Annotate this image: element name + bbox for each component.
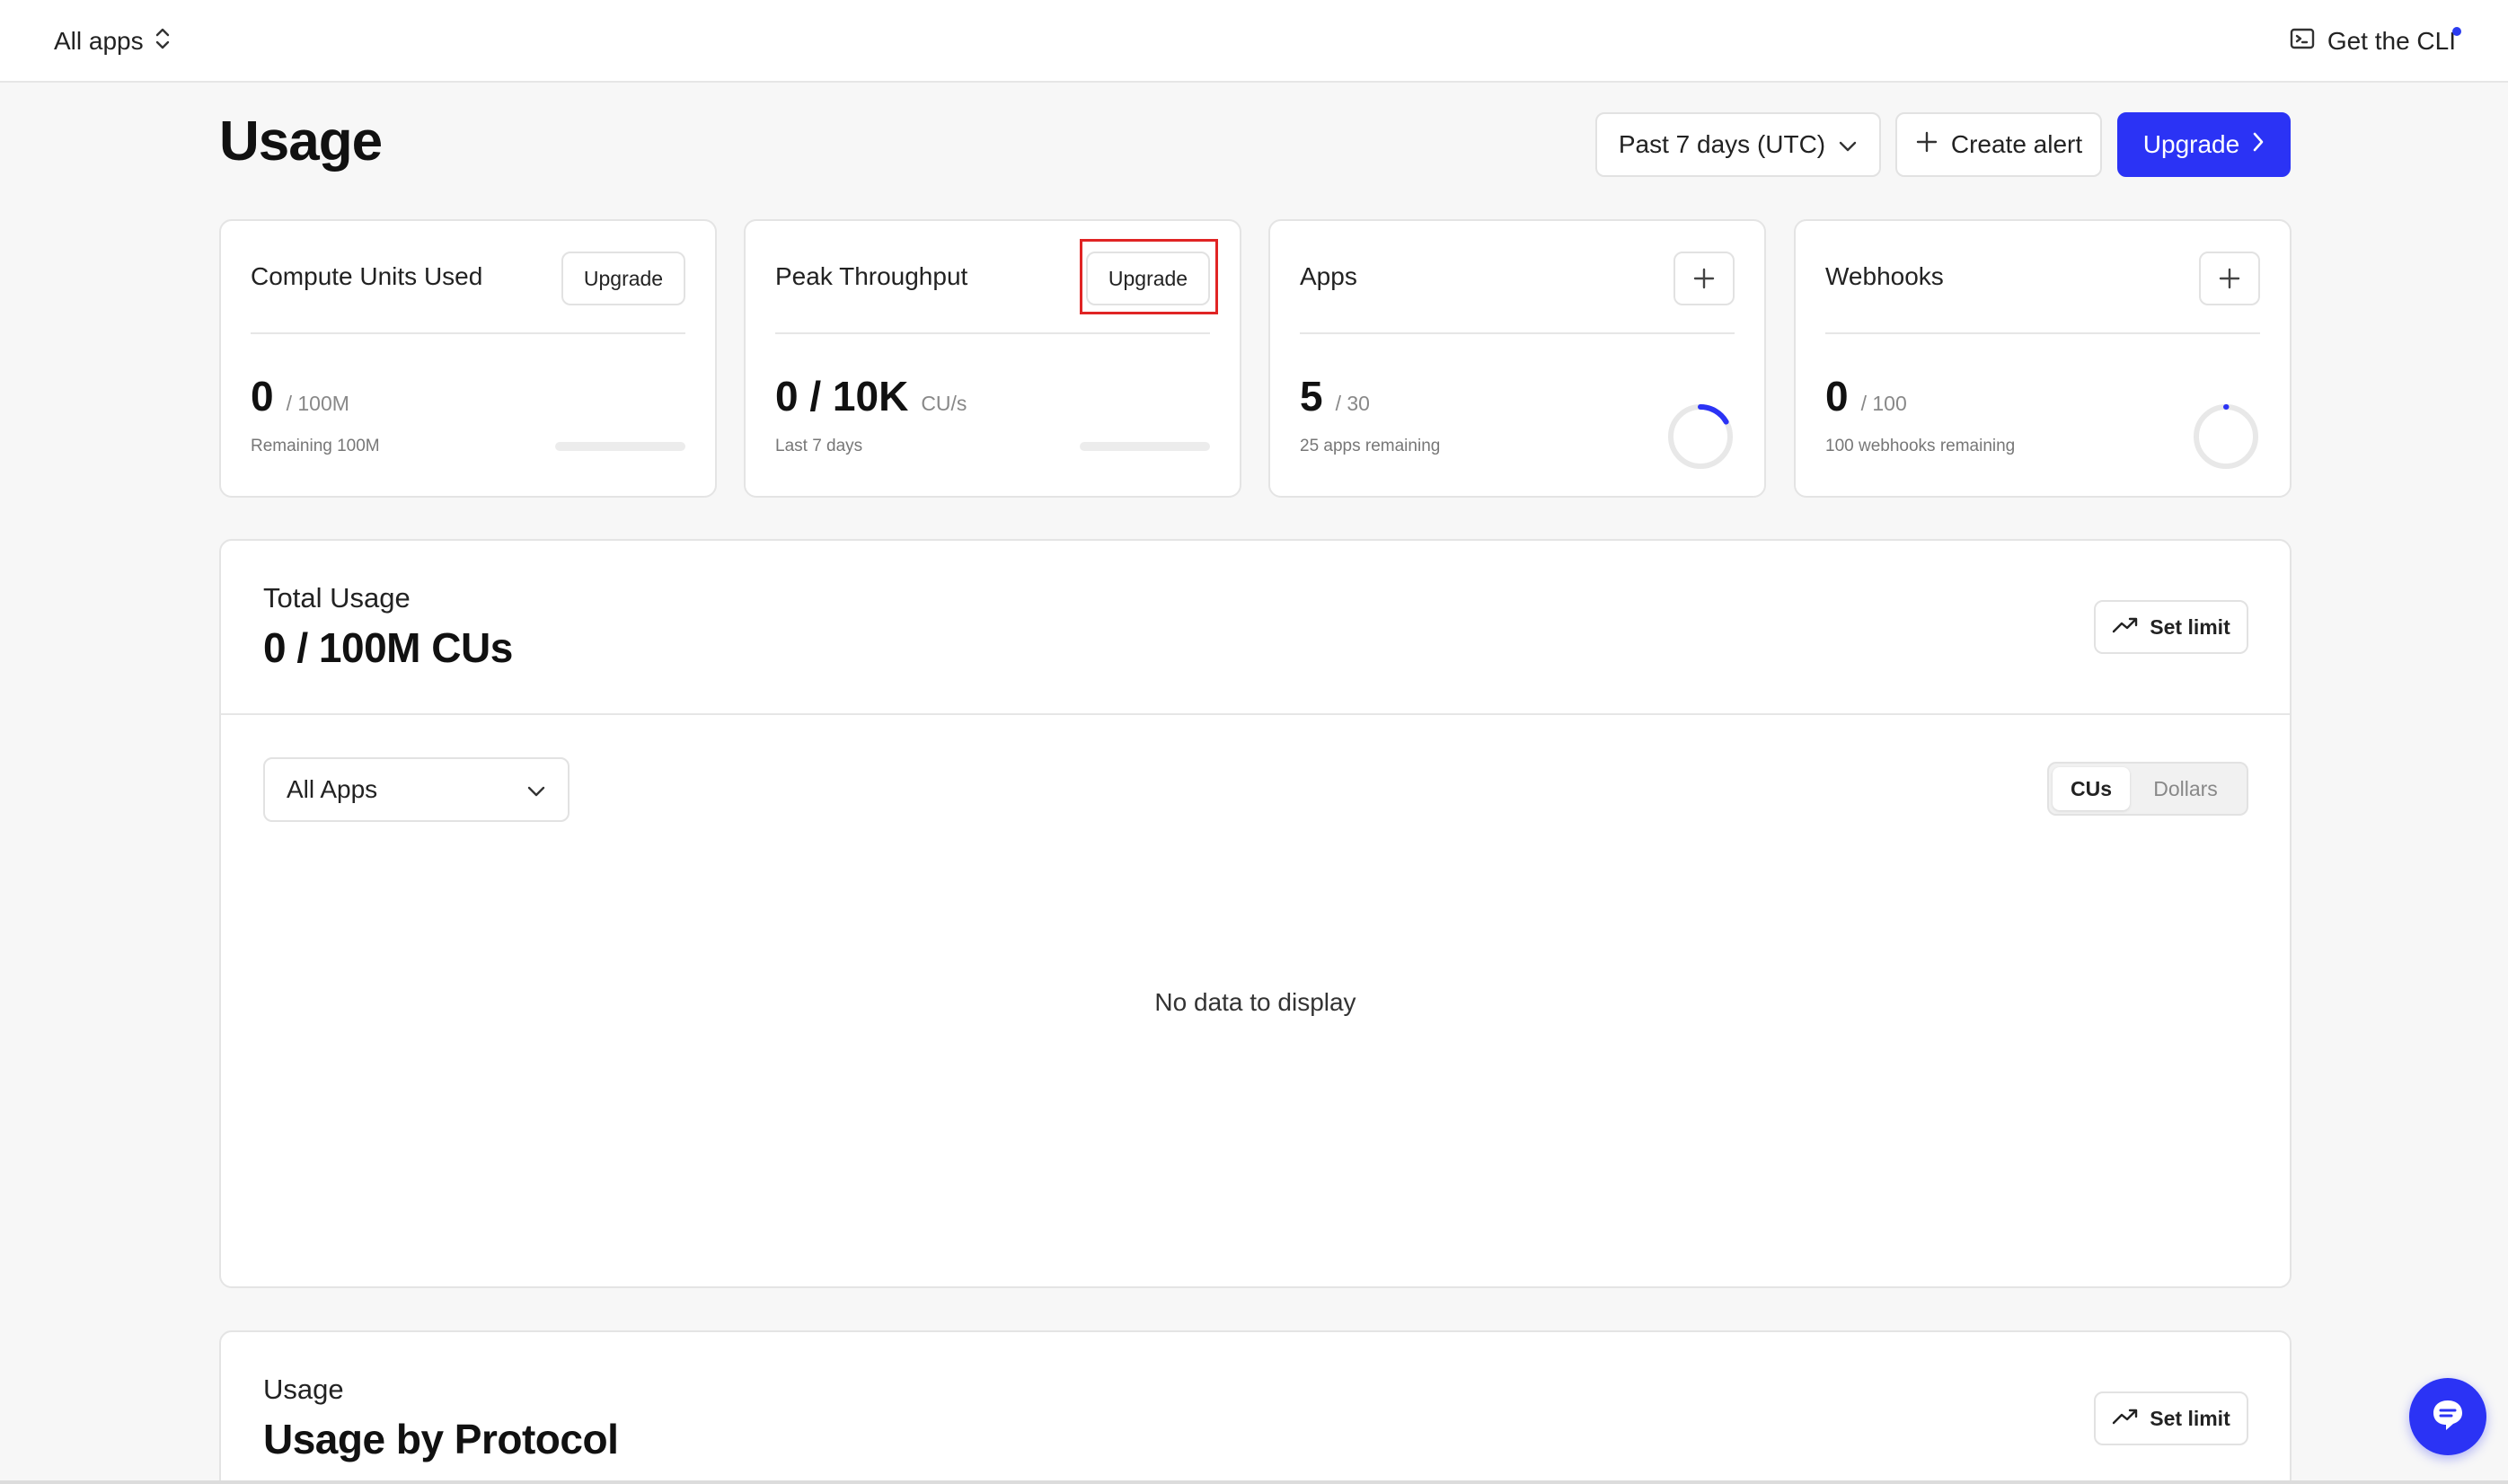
card-divider xyxy=(1825,332,2260,334)
card-subtitle: 100 webhooks remaining xyxy=(1825,437,2016,455)
card-title: Peak Throughput xyxy=(775,262,968,290)
card-divider xyxy=(1300,332,1735,334)
plus-icon xyxy=(2218,259,2241,299)
chat-support-button[interactable] xyxy=(2409,1378,2486,1455)
compute-units-card: Compute Units Used Upgrade 0 / 100M Rema… xyxy=(219,219,717,498)
cli-label: Get the CLI xyxy=(2327,27,2456,55)
progress-ring xyxy=(1668,404,1733,469)
card-value: 5 / 30 xyxy=(1300,372,1370,420)
set-limit-label: Set limit xyxy=(2150,614,2230,639)
card-subtitle: Last 7 days xyxy=(775,437,863,455)
chevron-up-down-icon xyxy=(155,25,171,58)
apps-card: Apps 5 / 30 25 apps remaining xyxy=(1268,219,1766,498)
card-divider xyxy=(775,332,1210,334)
chevron-down-icon xyxy=(526,775,546,804)
card-title: Compute Units Used xyxy=(251,262,483,290)
card-value-unit: CU/s xyxy=(921,392,967,415)
total-usage-label: Total Usage xyxy=(263,582,411,614)
plus-icon xyxy=(1915,130,1938,160)
panel-divider xyxy=(221,713,2290,715)
add-webhook-button[interactable] xyxy=(2199,252,2260,305)
time-range-select[interactable]: Past 7 days (UTC) xyxy=(1595,112,1881,177)
card-value-number: 0 xyxy=(1825,373,1849,420)
app-switcher[interactable]: All apps xyxy=(54,20,171,63)
upgrade-button[interactable]: Upgrade xyxy=(2117,112,2291,177)
peak-throughput-upgrade-button[interactable]: Upgrade xyxy=(1086,252,1210,305)
unit-toggle: CUs Dollars xyxy=(2047,762,2248,816)
app-switcher-label: All apps xyxy=(54,27,144,55)
trending-up-icon xyxy=(2112,615,2139,640)
protocol-set-limit-button[interactable]: Set limit xyxy=(2094,1391,2248,1445)
progress-bar xyxy=(555,442,685,451)
create-alert-label: Create alert xyxy=(1950,130,2083,158)
unit-option-dollars[interactable]: Dollars xyxy=(2130,767,2241,810)
app-filter-label: All Apps xyxy=(287,775,378,803)
set-limit-button[interactable]: Set limit xyxy=(2094,600,2248,654)
card-subtitle: Remaining 100M xyxy=(251,437,380,455)
peak-throughput-card: Peak Throughput Upgrade 0 / 10K CU/s Las… xyxy=(744,219,1241,498)
card-subtitle: 25 apps remaining xyxy=(1300,437,1441,455)
protocol-usage-label: Usage xyxy=(263,1374,344,1405)
total-usage-panel: Total Usage 0 / 100M CUs Set limit All A… xyxy=(219,539,2292,1288)
compute-units-upgrade-button[interactable]: Upgrade xyxy=(561,252,685,305)
page-title: Usage xyxy=(219,110,383,172)
top-bar: All apps Get the CLI xyxy=(0,0,2508,83)
card-value-limit: / 100M xyxy=(286,392,349,415)
terminal-icon xyxy=(2290,27,2315,57)
card-value: 0 / 100 xyxy=(1825,372,1907,420)
bottom-edge xyxy=(0,1480,2508,1484)
progress-ring xyxy=(2194,404,2258,469)
get-cli-link[interactable]: Get the CLI xyxy=(2290,20,2461,63)
webhooks-card: Webhooks 0 / 100 100 webhooks remaining xyxy=(1794,219,2292,498)
create-alert-button[interactable]: Create alert xyxy=(1895,112,2102,177)
app-filter-select[interactable]: All Apps xyxy=(263,757,570,822)
card-value-number: 5 xyxy=(1300,373,1323,420)
empty-state-message: No data to display xyxy=(1154,988,1356,1016)
card-value-number: 0 / 10K xyxy=(775,373,909,420)
unit-option-cus[interactable]: CUs xyxy=(2053,767,2130,810)
total-usage-value: 0 / 100M CUs xyxy=(263,624,513,671)
add-app-button[interactable] xyxy=(1673,252,1735,305)
chat-bubble-icon xyxy=(2428,1395,2468,1439)
trending-up-icon xyxy=(2112,1407,2139,1431)
card-title: Apps xyxy=(1300,262,1357,290)
card-value-number: 0 xyxy=(251,373,274,420)
chevron-right-icon xyxy=(2252,130,2265,159)
card-value-limit: / 30 xyxy=(1335,392,1370,415)
progress-bar xyxy=(1080,442,1210,451)
card-value-limit: / 100 xyxy=(1860,392,1907,415)
time-range-label: Past 7 days (UTC) xyxy=(1618,130,1826,158)
notification-dot xyxy=(2452,27,2461,36)
set-limit-label: Set limit xyxy=(2150,1406,2230,1430)
card-value: 0 / 10K CU/s xyxy=(775,372,967,420)
upgrade-label: Upgrade xyxy=(2142,130,2240,158)
plus-icon xyxy=(1692,259,1716,299)
card-value: 0 / 100M xyxy=(251,372,349,420)
usage-by-protocol-panel: Usage Usage by Protocol Set limit xyxy=(219,1330,2292,1484)
card-title: Webhooks xyxy=(1825,262,1944,290)
chevron-down-icon xyxy=(1838,130,1858,159)
protocol-usage-heading: Usage by Protocol xyxy=(263,1416,619,1462)
card-divider xyxy=(251,332,685,334)
